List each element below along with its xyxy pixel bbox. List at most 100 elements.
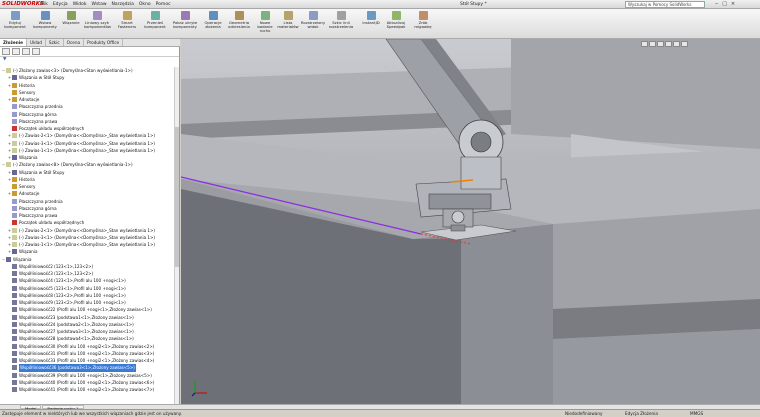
tree-item[interactable]: − (-) Złożony zawias<3> (Domyślna<Stan wy… [0, 67, 178, 74]
scrollbar-thumb[interactable] [175, 127, 179, 267]
minimize-icon[interactable]: ‒ [715, 1, 718, 7]
ribbon-button[interactable]: Rozstrzelony widok [300, 11, 326, 37]
command-tab[interactable]: Złożenie [0, 39, 28, 46]
help-search-input[interactable]: Wyszukaj w Pomocy SolidWorks [625, 1, 705, 8]
configuration-icon[interactable] [22, 48, 30, 55]
close-icon[interactable]: × [731, 1, 735, 7]
tree-item[interactable]: + Adnotacje [0, 96, 178, 103]
ribbon-button[interactable]: InstantJD [358, 11, 384, 37]
tree-item[interactable]: + (-) Zawias-3<1> (Domyślna<<Domyślna>_St… [0, 140, 178, 147]
tree-item[interactable]: Współliniowość28 (podstawa4<1>,Złożony z… [0, 335, 178, 342]
tree-item[interactable]: Współliniowość9 (123<2>,Profil alu 100 +… [0, 299, 178, 306]
tree-item-icon [12, 278, 17, 284]
tree-item[interactable]: Sensory [0, 183, 178, 190]
filter-icon[interactable]: ▼ [0, 57, 179, 65]
tree-item[interactable]: − Wiązania [0, 256, 178, 263]
tree-item[interactable]: Współliniowość41 (Profil alu 100 +nogi2<… [0, 386, 178, 393]
ribbon-button[interactable]: Pokaż ukryte komponenty [172, 11, 198, 37]
tree-item[interactable]: + Historia [0, 176, 178, 183]
menu-item[interactable]: Pomoc [156, 2, 171, 7]
ribbon-button[interactable]: Przenieś komponent [142, 11, 168, 37]
ribbon-button[interactable]: Edytuj komponent [2, 11, 28, 37]
tree-item[interactable]: Współliniowość24 (podstawa2<1>,Złożony z… [0, 321, 178, 328]
tree-item[interactable]: Współliniowość31 (Profil alu 100 +nogi2<… [0, 350, 178, 357]
tree-item[interactable]: Płaszczyzna górna [0, 205, 178, 212]
tree-item[interactable]: + Wiązania [0, 248, 178, 255]
command-tab[interactable]: Szkic [46, 39, 64, 46]
tree-item[interactable]: Współliniowość4 (123<1>,Profil alu 100 +… [0, 277, 178, 284]
tree-item[interactable]: Współliniowość27 (podstawa3<1>,Złożony z… [0, 328, 178, 335]
ribbon-button[interactable]: Operacje złożenia [200, 11, 226, 37]
tree-item[interactable]: Współliniowość23 (podstawa1<1>,Złożony z… [0, 314, 178, 321]
tree-item[interactable]: + Historia [0, 82, 178, 89]
tree-item[interactable]: Współliniowość39 (Profil alu 100 +nogi<1… [0, 372, 178, 379]
ribbon-button-label: Zrób migawkę [414, 20, 432, 30]
display-style-icon[interactable] [681, 41, 688, 47]
tree-item[interactable]: Sensory [0, 89, 178, 96]
tree-scrollbar[interactable] [174, 67, 179, 404]
command-tab[interactable]: Ocena [64, 39, 85, 46]
tree-item[interactable]: Płaszczyzna przednia [0, 103, 178, 110]
ribbon-button[interactable]: Szkic linii rozstrzelenia [328, 11, 354, 37]
tree-item[interactable]: + Adnotacje [0, 190, 178, 197]
graphics-viewport[interactable] [181, 39, 760, 404]
command-tab[interactable]: Produkty Office [84, 39, 124, 46]
tree-item[interactable]: Współliniowość2 (123<1>,123<2>) [0, 263, 178, 270]
appearance-icon[interactable] [32, 48, 40, 55]
tree-item[interactable]: Współliniowość22 (Profil alu 100 +nogi<1… [0, 306, 178, 313]
menu-item[interactable]: Edycja [53, 2, 68, 7]
tree-item[interactable]: Współliniowość33 (Profil alu 100 +nogi2<… [0, 357, 178, 364]
tree-item[interactable]: + (-) Zawias-2<1> (Domyślna<<Domyślna>_St… [0, 227, 178, 234]
tree-item-label: (-) Zawias-2<1> (Domyślna<<Domyślna>_Sta… [19, 133, 156, 139]
menu-item[interactable]: Plik [40, 2, 48, 7]
ribbon-button[interactable]: Liniowy szyk komponentów [84, 11, 111, 37]
tree-item[interactable]: + (-) Zawias-3<1> (Domyślna<<Domyślna>_St… [0, 234, 178, 241]
property-manager-icon[interactable] [12, 48, 20, 55]
previous-view-icon[interactable] [657, 41, 664, 47]
menu-item[interactable]: Wstaw [92, 2, 107, 7]
ribbon-button[interactable]: Aktualizuj Speedpak [383, 11, 409, 37]
ribbon-button-icon [283, 11, 293, 20]
tree-item[interactable]: Początek układu współrzędnych [0, 219, 178, 226]
tree-item[interactable]: + (-) Zawias-1<1> (Domyślna<<Domyślna>_St… [0, 241, 178, 248]
tree-item[interactable]: + (-) Zawias-1<1> (Domyślna<<Domyślna>_St… [0, 147, 178, 154]
tree-item-label: Początek układu współrzędnych [19, 126, 85, 131]
command-tab[interactable]: Układ [27, 39, 46, 46]
status-units[interactable]: MMGS [690, 410, 703, 417]
section-view-icon[interactable] [665, 41, 672, 47]
menu-item[interactable]: Narzędzia [112, 2, 134, 7]
tree-item[interactable]: Współliniowość5 (123<1>,Profil alu 100 +… [0, 285, 178, 292]
tree-item[interactable]: Płaszczyzna prawa [0, 118, 178, 125]
tree-item[interactable]: Płaszczyzna prawa [0, 212, 178, 219]
ribbon-button[interactable]: Smart Fasteners [114, 11, 140, 37]
zoom-fit-icon[interactable] [641, 41, 648, 47]
tree-item[interactable]: Początek układu współrzędnych [0, 125, 178, 132]
tree-item[interactable]: − (-) Złożony zawias<8> (Domyślna<Stan wy… [0, 161, 178, 168]
view-orientation-icon[interactable] [673, 41, 680, 47]
feature-tree-icon[interactable] [2, 48, 10, 55]
ribbon-button[interactable]: Wiązanie [58, 11, 84, 37]
document-title: Stół Stupy * [460, 1, 487, 7]
tree-item[interactable]: + Wiązania [0, 154, 178, 161]
tree-item-icon [12, 336, 17, 342]
tree-item[interactable]: Współliniowość40 (Profil alu 100 +nogi2<… [0, 379, 178, 386]
maximize-icon[interactable]: □ [722, 1, 727, 7]
tree-item[interactable]: + (-) Zawias-2<1> (Domyślna<<Domyślna>_St… [0, 132, 178, 139]
ribbon-button[interactable]: Geometria odniesienia [226, 11, 252, 37]
ribbon-button[interactable]: Wstaw komponenty [32, 11, 58, 37]
ribbon-button[interactable]: Zrób migawkę [410, 11, 436, 37]
tree-item[interactable]: Płaszczyzna górna [0, 111, 178, 118]
menu-item[interactable]: Okno [139, 2, 151, 7]
tree-item[interactable]: Współliniowość30 (Profil alu 100 +nogi2<… [0, 343, 178, 350]
zoom-area-icon[interactable] [649, 41, 656, 47]
tree-item[interactable]: + Wiązania w Stół Stupy [0, 74, 178, 81]
ribbon-button-icon [418, 11, 428, 20]
tree-item-label: Współliniowość5 (123<1>,Profil alu 100 +… [19, 285, 126, 291]
menu-item[interactable]: Widok [73, 2, 87, 7]
tree-item[interactable]: + Wiązania w Stół Stupy [0, 169, 178, 176]
ribbon-button[interactable]: Lista materiałów [275, 11, 301, 37]
tree-item[interactable]: Współliniowość3 (123<1>,123<2>) [0, 270, 178, 277]
tree-item[interactable]: Płaszczyzna przednia [0, 198, 178, 205]
tree-item[interactable]: Współliniowość36 (podstawa3<1>,Złożony z… [0, 364, 178, 372]
tree-item[interactable]: Współliniowość8 (123<2>,Profil alu 100 +… [0, 292, 178, 299]
